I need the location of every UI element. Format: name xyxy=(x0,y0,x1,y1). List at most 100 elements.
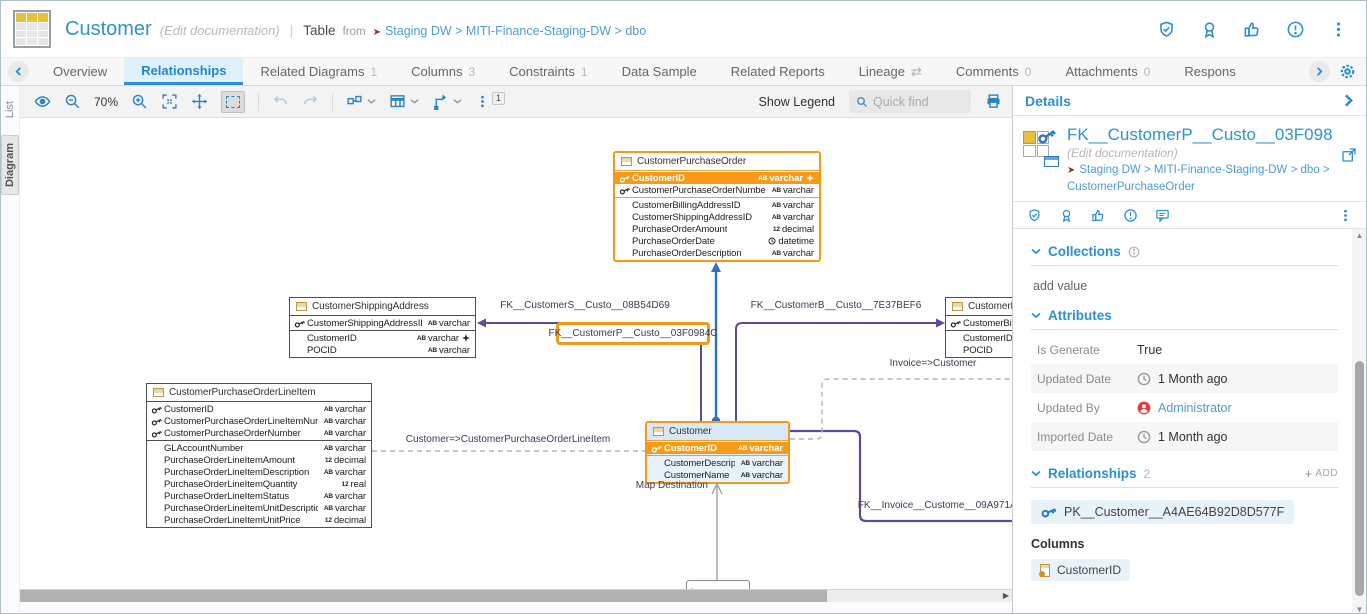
column-row-pocid[interactable]: POCIDABvarchar xyxy=(290,344,475,356)
details-vertical-scrollbar[interactable]: ▲ ▼ xyxy=(1352,229,1367,614)
collections-add-value[interactable]: add value xyxy=(1033,279,1338,293)
relationship-label-customer-customerpurchaseorder[interactable]: Customer=>CustomerPurchaseOrderLineItem xyxy=(406,434,611,445)
attributes-section-header[interactable]: Attributes xyxy=(1031,308,1338,330)
column-row-customerid[interactable]: CustomerIDABvarchar xyxy=(647,442,788,454)
diagram-more-menu[interactable]: 1 xyxy=(475,94,505,109)
show-legend-button[interactable]: Show Legend xyxy=(759,95,835,109)
column-row-customershippingaddressid[interactable]: CustomerShippingAddressIDABvarchar xyxy=(290,317,475,329)
visibility-eye-icon[interactable] xyxy=(34,93,51,110)
endorsement-award-icon[interactable] xyxy=(1059,208,1074,223)
tabs-scroll-left-button[interactable] xyxy=(8,61,29,82)
diagram-table-customerpurchaseorder[interactable]: CustomerPurchaseOrderCustomerIDABvarchar… xyxy=(613,151,821,262)
column-row-glaccountnumber[interactable]: GLAccountNumberABvarchar xyxy=(147,442,371,454)
diagram-table-customer[interactable]: CustomerCustomerIDABvarchar CustomerDescr… xyxy=(645,421,790,484)
column-row-purchaseorderdescription[interactable]: PurchaseOrderDescriptionABvarchar xyxy=(615,247,819,259)
column-row-purchaseorderlineitemquantity[interactable]: PurchaseOrderLineItemQuantity12real xyxy=(147,478,371,490)
verified-shield-icon[interactable] xyxy=(1157,20,1176,39)
diagram-table-customerpurchaseorderlineitem[interactable]: CustomerPurchaseOrderLineItemCustomerIDA… xyxy=(146,383,372,528)
relationship-column-chip[interactable]: CustomerID xyxy=(1031,559,1130,581)
column-row-pocid[interactable]: POCID xyxy=(946,344,1012,356)
info-icon[interactable] xyxy=(1128,246,1140,258)
tab-lineage[interactable]: Lineage⇄ xyxy=(842,58,939,85)
table-header[interactable]: CustomerBill xyxy=(946,298,1012,316)
comment-icon[interactable] xyxy=(1155,208,1170,223)
table-display-menu[interactable] xyxy=(389,93,419,110)
side-tab-diagram[interactable]: Diagram xyxy=(1,135,19,195)
scrollbar-thumb[interactable] xyxy=(1355,361,1364,596)
scroll-down-arrow[interactable]: ▼ xyxy=(1352,605,1367,614)
column-row-customerpurchaseordernumber[interactable]: CustomerPurchaseOrderNumberABvarchar xyxy=(615,184,819,196)
column-row-customerpurchaseordernumber[interactable]: CustomerPurchaseOrderNumberABvarchar xyxy=(147,427,371,439)
relationship-label-invoice-customer[interactable]: Invoice=>Customer xyxy=(890,358,977,369)
column-row-purchaseorderlineitemamount[interactable]: PurchaseOrderLineItemAmount12decimal xyxy=(147,454,371,466)
like-icon[interactable] xyxy=(1091,208,1106,223)
tab-related-diagrams[interactable]: Related Diagrams1 xyxy=(243,58,394,85)
tab-respons[interactable]: Respons xyxy=(1167,58,1252,85)
column-row-customerdescription[interactable]: CustomerDescriptionABvarchar xyxy=(647,457,788,469)
column-row-customerbillingaddressid[interactable]: CustomerBillingAddressIDABvarchar xyxy=(615,199,819,211)
tab-data-sample[interactable]: Data Sample xyxy=(605,58,714,85)
more-menu-icon[interactable] xyxy=(1338,208,1353,223)
fit-to-screen-icon[interactable] xyxy=(161,93,178,110)
tab-attachments[interactable]: Attachments0 xyxy=(1048,58,1167,85)
collapse-panel-chevron-icon[interactable] xyxy=(1342,94,1355,107)
diagram-table-customerbill[interactable]: CustomerBillCustomerBilli CustomerIDPOCID xyxy=(945,297,1012,358)
diagram-canvas[interactable]: FK__CustomerS__Custo__08B54D69 FK__Custom… xyxy=(20,118,1012,589)
verified-shield-icon[interactable] xyxy=(1027,208,1042,223)
column-row-purchaseorderlineitemdescription[interactable]: PurchaseOrderLineItemDescriptionABvarcha… xyxy=(147,466,371,478)
print-icon[interactable] xyxy=(985,93,1002,110)
issue-alert-icon[interactable] xyxy=(1286,20,1305,39)
add-relationship-button[interactable]: +ADD xyxy=(1305,466,1338,481)
column-row-customerid[interactable]: CustomerIDABvarchar xyxy=(290,332,475,344)
column-row-purchaseorderlineitemstatus[interactable]: PurchaseOrderLineItemStatusABvarchar xyxy=(147,490,371,502)
column-row-customerid[interactable]: CustomerIDABvarchar xyxy=(147,403,371,415)
open-in-new-icon[interactable] xyxy=(1341,147,1357,163)
diagram-horizontal-scrollbar[interactable]: ▶ xyxy=(20,589,1012,602)
tabs-settings-gear-icon[interactable] xyxy=(1337,63,1366,80)
table-header[interactable]: Customer xyxy=(647,423,788,441)
zoom-in-icon[interactable] xyxy=(131,93,148,110)
column-row-purchaseorderdate[interactable]: PurchaseOrderDatedatetime xyxy=(615,235,819,247)
tab-columns[interactable]: Columns3 xyxy=(394,58,492,85)
collections-section-header[interactable]: Collections xyxy=(1031,244,1338,266)
column-row-purchaseorderamount[interactable]: PurchaseOrderAmount12decimal xyxy=(615,223,819,235)
quick-find-input[interactable] xyxy=(873,95,958,109)
attribute-value[interactable]: Administrator xyxy=(1137,401,1232,415)
relationship-label-fk-customers-custo-08b54d69[interactable]: FK__CustomerS__Custo__08B54D69 xyxy=(500,300,670,311)
undo-icon[interactable] xyxy=(272,93,289,110)
tab-relationships[interactable]: Relationships xyxy=(124,58,243,85)
column-row-customerbilli[interactable]: CustomerBilli xyxy=(946,317,1012,329)
zoom-level[interactable]: 70% xyxy=(94,95,118,109)
scroll-right-arrow[interactable]: ▶ xyxy=(1003,590,1009,602)
entity-edit-documentation-link[interactable]: (Edit documentation) xyxy=(1067,146,1333,160)
breadcrumb[interactable]: Staging DW > MITI-Finance-Staging-DW > d… xyxy=(385,24,646,38)
relationship-label-fk-customerb-custo-7e37bef6[interactable]: FK__CustomerB__Custo__7E37BEF6 xyxy=(751,300,922,311)
like-icon[interactable] xyxy=(1243,20,1262,39)
diagram-table-customershippingaddress[interactable]: CustomerShippingAddressCustomerShippingA… xyxy=(289,297,476,358)
zoom-out-icon[interactable] xyxy=(64,93,81,110)
redo-icon[interactable] xyxy=(302,93,319,110)
selected-relationship-label[interactable]: FK__CustomerP__Custo__03F0984C xyxy=(556,322,710,345)
table-header[interactable]: CustomerShippingAddress xyxy=(290,298,475,316)
pan-move-icon[interactable] xyxy=(191,93,208,110)
relationship-label-map-destination[interactable]: Map Destination xyxy=(636,480,708,491)
column-row-customerid[interactable]: CustomerID xyxy=(946,332,1012,344)
relationship-style-menu[interactable] xyxy=(432,93,462,110)
table-header[interactable]: CustomerPurchaseOrderLineItem xyxy=(147,384,371,402)
tab-constraints[interactable]: Constraints1 xyxy=(492,58,604,85)
column-row-customerpurchaseorderlineitemnumber[interactable]: CustomerPurchaseOrderLineItemNumberABvar… xyxy=(147,415,371,427)
entity-breadcrumb[interactable]: ➤Staging DW > MITI-Finance-Staging-DW > … xyxy=(1067,162,1333,195)
relationship-label-fk-invoice-custome-09a971a2[interactable]: FK__Invoice__Custome__09A971A2 xyxy=(858,500,1012,511)
column-row-customerid[interactable]: CustomerIDABvarchar xyxy=(615,172,819,184)
scroll-up-arrow[interactable]: ▲ xyxy=(1352,231,1367,240)
edit-documentation-link[interactable]: (Edit documentation) xyxy=(160,23,280,38)
table-header[interactable]: CustomerPurchaseOrder xyxy=(615,153,819,171)
selection-mode-button[interactable] xyxy=(221,91,245,113)
endorsement-award-icon[interactable] xyxy=(1200,20,1219,39)
column-row-purchaseorderlineitemunitdescription[interactable]: PurchaseOrderLineItemUnitDescriptionABva… xyxy=(147,502,371,514)
relationship-pk-chip[interactable]: PK__Customer__A4AE64B92D8D577F xyxy=(1031,500,1294,524)
column-row-purchaseorderlineitemunitprice[interactable]: PurchaseOrderLineItemUnitPrice12decimal xyxy=(147,514,371,526)
column-row-customershippingaddressid[interactable]: CustomerShippingAddressIDABvarchar xyxy=(615,211,819,223)
side-tab-list[interactable]: List xyxy=(2,94,18,125)
tab-overview[interactable]: Overview xyxy=(36,58,124,85)
